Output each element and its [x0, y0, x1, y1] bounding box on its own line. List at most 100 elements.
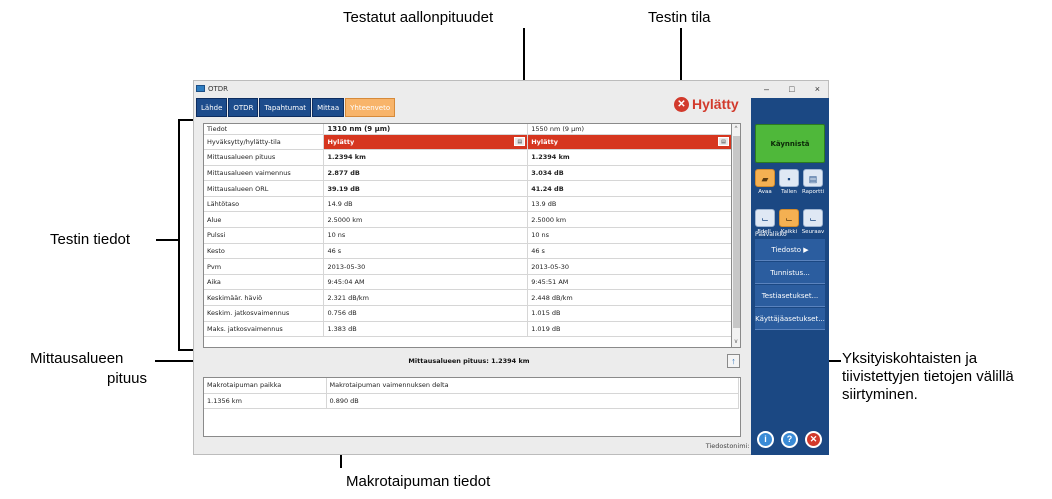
close-icon[interactable]: ×	[815, 84, 820, 94]
tab-otdr[interactable]: OTDR	[228, 98, 259, 117]
fail-detail-icon[interactable]: ▤	[718, 136, 729, 146]
row-label: Tiedot	[204, 124, 325, 135]
summary-table: Tiedot 1310 nm (9 µm) 1550 nm (9 µm) Hyväks…	[203, 123, 741, 348]
main-menu-label: Päävalikko	[755, 231, 787, 238]
value-1310: 2.877 dB	[323, 165, 529, 182]
value-1550: 3.034 dB	[527, 165, 732, 182]
open-label: Avaa	[758, 189, 772, 195]
title-bar: OTDR	[194, 81, 752, 97]
macro-delta: 0.890 dB	[326, 393, 739, 409]
callout-range-length-2: pituus	[107, 370, 148, 387]
macrobend-table: Makrotaipuman paikka Makrotaipuman vaime…	[203, 377, 741, 437]
help-icon[interactable]: ?	[781, 431, 798, 448]
row-label: Keskim. jatkosvaimennus	[204, 305, 325, 322]
window-controls: – □ ×	[754, 81, 830, 97]
tab-measure[interactable]: Mittaa	[312, 98, 345, 117]
scroll-up-icon[interactable]: ^	[732, 124, 740, 134]
table-row[interactable]: Mittausalueen vaimennus 2.877 dB 3.034 dB	[204, 165, 732, 182]
table-row[interactable]: Maks. jatkosvaimennus 1.383 dB 1.019 dB	[204, 321, 732, 338]
table-row[interactable]: 1.1356 km 0.890 dB	[204, 393, 739, 409]
table-row[interactable]: Alue 2.5000 km 2.5000 km	[204, 211, 732, 229]
exit-icon[interactable]: ✕	[805, 431, 822, 448]
callout-test-details: Testin tiedot	[50, 231, 131, 248]
test-status: ✕ Hylätty	[674, 94, 739, 114]
trace-previous-icon[interactable]: ⌙	[755, 209, 775, 227]
callout-range-length-1: Mittausalueen	[30, 350, 124, 367]
submenu-arrow-icon: ▶	[803, 246, 809, 254]
table-row[interactable]: Lähtötaso 14.9 dB 13.9 dB	[204, 196, 732, 213]
line-details-tick	[156, 239, 178, 241]
value-1310: Hylätty ▤	[323, 134, 529, 151]
info-icon[interactable]: i	[757, 431, 774, 448]
menu-item-test-settings[interactable]: Testiasetukset...	[755, 285, 825, 307]
callout-macrobend: Makrotaipuman tiedot	[346, 473, 491, 490]
macro-header-delta: Makrotaipuman vaimennuksen delta	[326, 378, 739, 394]
table-row[interactable]: Pvm 2013-05-30 2013-05-30	[204, 258, 732, 275]
row-label: Mittausalueen ORL	[204, 180, 325, 197]
table-row[interactable]: Aika 9:45:04 AM 9:45:51 AM	[204, 274, 732, 291]
value-1310: 9:45:04 AM	[323, 274, 529, 291]
value-1550: 10 ns	[527, 227, 732, 244]
tab-source[interactable]: Lähde	[196, 98, 228, 117]
value-1310: 1310 nm (9 µm)	[323, 124, 529, 135]
value-1550: 1.019 dB	[527, 321, 732, 338]
table-row[interactable]: Kesto 46 s 46 s	[204, 243, 732, 260]
value-1310: 1.383 dB	[323, 321, 529, 338]
row-label: Maks. jatkosvaimennus	[204, 321, 325, 338]
row-label: Mittausalueen vaimennus	[204, 165, 325, 182]
value-1310: 2.321 dB/km	[323, 289, 529, 307]
callout-toggle-3: siirtyminen.	[842, 386, 918, 403]
fail-x-icon: ✕	[674, 96, 689, 112]
callout-toggle-2: tiivistettyjen tietojen välillä	[842, 368, 1014, 385]
start-button[interactable]: Käynnistä	[755, 124, 825, 163]
row-label: Pvm	[204, 258, 325, 275]
tab-summary[interactable]: Yhteenveto	[345, 98, 396, 117]
table-header-row[interactable]: Tiedot 1310 nm (9 µm) 1550 nm (9 µm)	[204, 124, 732, 135]
value-1550: 41.24 dB	[527, 180, 732, 197]
table-row[interactable]: Mittausalueen pituus 1.2394 km 1.2394 km	[204, 149, 732, 166]
report-icon[interactable]: ▤	[803, 169, 823, 187]
toggle-view-button[interactable]: ↑	[727, 354, 740, 368]
row-label: Hyväksytty/hylätty-tila	[204, 134, 325, 151]
value-1550: Hylätty ▤	[527, 134, 732, 151]
table-row[interactable]: Hyväksytty/hylätty-tila Hylätty ▤ Hylätty ▤	[204, 134, 732, 151]
report-label: Raportti	[801, 189, 825, 195]
row-label: Lähtötaso	[204, 196, 325, 213]
value-1550: 2013-05-30	[527, 258, 732, 275]
table-row[interactable]: Mittausalueen ORL 39.19 dB 41.24 dB	[204, 180, 732, 197]
macro-location: 1.1356 km	[204, 393, 327, 409]
table-row[interactable]: Keskimäär. häviö 2.321 dB/km 2.448 dB/km	[204, 289, 732, 307]
status-text: Hylätty	[327, 137, 355, 146]
trace-next-icon[interactable]: ⌙	[803, 209, 823, 227]
value-1310: 1.2394 km	[323, 149, 529, 166]
value-1550: 9:45:51 AM	[527, 274, 732, 291]
save-icon[interactable]: ▪	[779, 169, 799, 187]
status-text: Hylätty	[531, 137, 558, 146]
fail-detail-icon[interactable]: ▤	[514, 136, 526, 146]
value-1550: 1.2394 km	[527, 149, 732, 166]
value-1550: 2.448 dB/km	[527, 289, 732, 307]
menu-item-identification[interactable]: Tunnistus...	[755, 262, 825, 284]
range-length-text: Mittausalueen pituus: 1.2394 km	[408, 357, 530, 365]
value-1310: 46 s	[323, 243, 529, 260]
table-row[interactable]: Keskim. jatkosvaimennus 0.756 dB 1.015 dB	[204, 305, 732, 322]
callout-toggle-1: Yksityiskohtaisten ja	[842, 350, 978, 367]
trace-all-icon[interactable]: ⌙	[779, 209, 799, 227]
value-1550: 1.015 dB	[527, 305, 732, 322]
open-folder-icon[interactable]: ▰	[755, 169, 775, 187]
scroll-down-icon[interactable]: v	[732, 337, 740, 347]
save-label: Tallen	[781, 189, 797, 195]
table-scrollbar[interactable]: ^ v	[731, 123, 741, 348]
table-row[interactable]: Pulssi 10 ns 10 ns	[204, 227, 732, 244]
scroll-thumb[interactable]	[733, 136, 740, 328]
row-label: Pulssi	[204, 227, 325, 244]
row-label: Kesto	[204, 243, 325, 260]
minimize-icon[interactable]: –	[764, 84, 769, 94]
menu-item-user-settings[interactable]: Käyttäjäasetukset...	[755, 308, 825, 330]
value-1550: 2.5000 km	[527, 211, 732, 229]
menu-item-file[interactable]: Tiedosto ▶	[755, 239, 825, 261]
app-icon	[196, 85, 205, 92]
status-label: Hylätty	[692, 96, 739, 112]
maximize-icon[interactable]: □	[789, 84, 794, 94]
tab-events[interactable]: Tapahtumat	[259, 98, 312, 117]
